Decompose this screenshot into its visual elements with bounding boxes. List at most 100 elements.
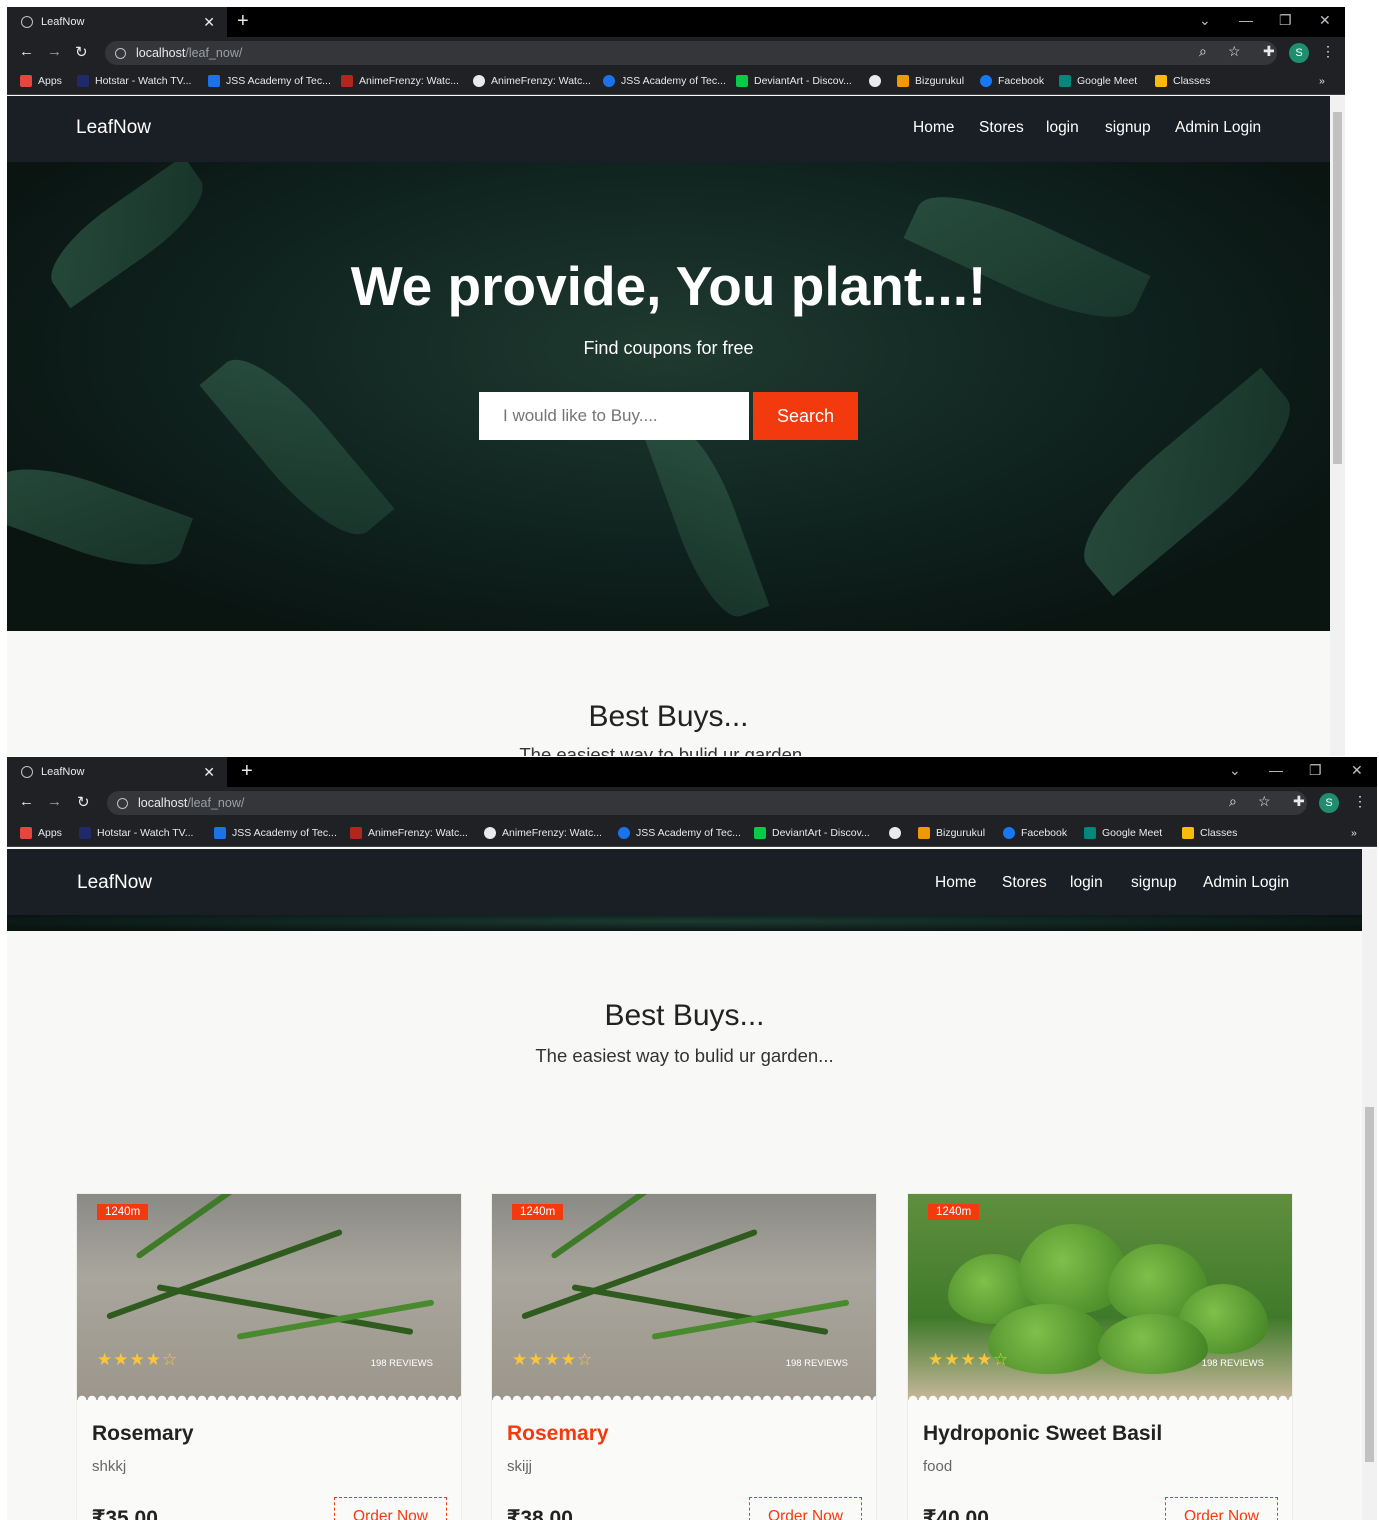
nav-login[interactable]: login [1070,874,1103,892]
facebook-icon [980,75,992,87]
site-brand[interactable]: LeafNow [77,872,152,894]
product-name[interactable]: Rosemary [92,1422,194,1446]
bookmark-facebook[interactable]: Facebook [980,75,1044,87]
bookmark-jss-2[interactable]: JSS Academy of Tec... [618,827,741,839]
bookmark-star-icon[interactable]: ☆ [1228,43,1241,60]
bookmark-animefrenzy-1[interactable]: AnimeFrenzy: Watc... [350,827,468,839]
tab-search-icon[interactable]: ⌄ [1199,12,1211,29]
bookmark-animefrenzy-2[interactable]: AnimeFrenzy: Watc... [484,827,602,839]
bookmark-bizgurukul[interactable]: Bizgurukul [918,827,985,839]
site-navbar: LeafNow Home Stores login signup Admin L… [7,96,1345,162]
restore-icon[interactable]: ❐ [1279,12,1292,29]
product-image[interactable]: 1240m ★★★★☆ 198 REVIEWS [492,1194,876,1400]
zoom-icon[interactable]: ⌕ [1229,793,1237,810]
bookmark-deviantart[interactable]: DeviantArt - Discov... [736,75,852,87]
site-viewport: LeafNow Home Stores login signup Admin L… [7,96,1345,756]
reload-icon[interactable]: ↻ [75,43,88,61]
bookmarks-overflow-icon[interactable]: » [1351,827,1357,839]
tab-search-icon[interactable]: ⌄ [1229,762,1241,779]
bookmarks-overflow-icon[interactable]: » [1319,75,1325,87]
profile-avatar[interactable]: S [1319,793,1339,813]
site-brand[interactable]: LeafNow [76,117,151,139]
reload-icon[interactable]: ↻ [77,793,90,811]
bookmark-google-meet[interactable]: Google Meet [1059,75,1137,87]
product-card[interactable]: 1240m ★★★★☆ 198 REVIEWS Rosemary shkkj ₹… [76,1193,462,1520]
site-info-icon[interactable] [117,797,128,809]
window-close-icon[interactable]: ✕ [1351,762,1363,779]
scrollbar-thumb[interactable] [1365,1107,1374,1462]
order-now-button[interactable]: Order Now [334,1497,447,1520]
nav-login[interactable]: login [1046,119,1079,137]
close-tab-icon[interactable]: ✕ [203,764,215,781]
page-scrollbar[interactable] [1362,849,1377,1520]
review-count: 198 REVIEWS [1201,1358,1264,1369]
review-count: 198 REVIEWS [785,1358,848,1369]
profile-avatar[interactable]: S [1289,43,1309,63]
forward-icon[interactable]: → [47,43,62,60]
animefrenzy-icon [350,827,362,839]
bookmark-jss-1[interactable]: JSS Academy of Tec... [214,827,337,839]
bookmark-star-icon[interactable]: ☆ [1258,793,1271,810]
nav-stores[interactable]: Stores [979,119,1024,137]
minimize-icon[interactable]: — [1239,12,1253,28]
bookmark-globe[interactable] [889,827,907,839]
browser-menu-icon[interactable]: ⋮ [1321,43,1335,60]
order-now-button[interactable]: Order Now [1165,1497,1278,1520]
extensions-icon[interactable]: ✚ [1293,793,1305,810]
product-card[interactable]: 1240m ★★★★☆ 198 REVIEWS Hydroponic Sweet… [907,1193,1293,1520]
sprig-shape [105,1228,343,1320]
nav-admin-login[interactable]: Admin Login [1203,874,1289,892]
browser-toolbar: ← → ↻ localhost/leaf_now/ ⌕ ☆ ✚ S ⋮ [7,787,1377,821]
nav-signup[interactable]: signup [1105,119,1151,137]
window-close-icon[interactable]: ✕ [1319,12,1331,29]
minimize-icon[interactable]: — [1269,762,1283,778]
back-icon[interactable]: ← [19,793,34,810]
close-tab-icon[interactable]: ✕ [203,14,215,31]
product-card[interactable]: 1240m ★★★★☆ 198 REVIEWS Rosemary skijj ₹… [491,1193,877,1520]
site-info-icon[interactable] [115,47,126,59]
bookmark-apps[interactable]: Apps [20,75,62,87]
nav-admin-login[interactable]: Admin Login [1175,119,1261,137]
zoom-icon[interactable]: ⌕ [1199,43,1207,60]
bookmark-globe[interactable] [869,75,887,87]
search-input[interactable] [479,392,749,440]
review-count: 198 REVIEWS [370,1358,433,1369]
bookmark-deviantart[interactable]: DeviantArt - Discov... [754,827,870,839]
search-button[interactable]: Search [753,392,858,440]
new-tab-button[interactable]: + [241,760,253,783]
bookmark-animefrenzy-1[interactable]: AnimeFrenzy: Watc... [341,75,459,87]
nav-home[interactable]: Home [935,874,976,892]
product-name[interactable]: Rosemary [507,1422,609,1446]
bookmark-hotstar[interactable]: Hotstar - Watch TV... [77,75,191,87]
scrollbar-thumb[interactable] [1333,112,1342,464]
bookmark-jss-1[interactable]: JSS Academy of Tec... [208,75,331,87]
address-bar[interactable]: localhost/leaf_now/ [107,791,1307,815]
bookmark-classes[interactable]: Classes [1182,827,1237,839]
bookmark-jss-2[interactable]: JSS Academy of Tec... [603,75,726,87]
product-price: ₹38.00 [507,1507,573,1520]
extensions-icon[interactable]: ✚ [1263,43,1275,60]
order-now-button[interactable]: Order Now [749,1497,862,1520]
product-image[interactable]: 1240m ★★★★☆ 198 REVIEWS [908,1194,1292,1400]
forward-icon[interactable]: → [47,793,62,810]
browser-menu-icon[interactable]: ⋮ [1353,793,1367,810]
new-tab-button[interactable]: + [237,10,249,33]
browser-tab[interactable]: LeafNow ✕ [7,7,227,37]
restore-icon[interactable]: ❐ [1309,762,1322,779]
bookmark-apps[interactable]: Apps [20,827,62,839]
bookmark-bizgurukul[interactable]: Bizgurukul [897,75,964,87]
address-bar[interactable]: localhost/leaf_now/ [105,41,1277,65]
bookmark-classes[interactable]: Classes [1155,75,1210,87]
nav-stores[interactable]: Stores [1002,874,1047,892]
browser-tab[interactable]: LeafNow ✕ [7,757,227,787]
bookmark-animefrenzy-2[interactable]: AnimeFrenzy: Watc... [473,75,591,87]
bookmark-hotstar[interactable]: Hotstar - Watch TV... [79,827,193,839]
product-name[interactable]: Hydroponic Sweet Basil [923,1422,1162,1446]
nav-signup[interactable]: signup [1131,874,1177,892]
product-image[interactable]: 1240m ★★★★☆ 198 REVIEWS [77,1194,461,1400]
page-scrollbar[interactable] [1330,96,1345,756]
nav-home[interactable]: Home [913,119,954,137]
back-icon[interactable]: ← [19,43,34,60]
bookmark-google-meet[interactable]: Google Meet [1084,827,1162,839]
bookmark-facebook[interactable]: Facebook [1003,827,1067,839]
